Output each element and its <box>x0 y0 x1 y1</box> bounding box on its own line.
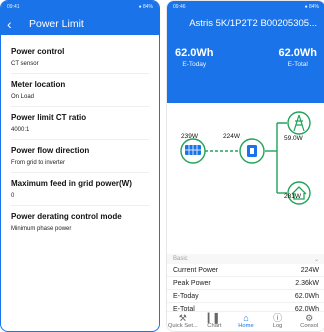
settings-item-title: Maximum feed in grid power(W) <box>11 179 132 188</box>
table-row: Peak Power 2.36kW <box>167 277 324 290</box>
settings-item-ct-ratio[interactable]: Power limit CT ratio 4000:1 <box>11 107 149 140</box>
page-title: Power Limit <box>29 18 84 30</box>
nav-label: Chart <box>207 323 222 329</box>
nav-label: Log <box>272 323 283 329</box>
pv-power-label: 239W <box>181 133 198 140</box>
nav-item-log[interactable]: ⓘ Log <box>263 313 293 330</box>
back-icon[interactable]: ‹ <box>7 16 25 32</box>
total-label: E-Total <box>287 61 308 68</box>
settings-item-value: CT sensor <box>11 61 39 67</box>
settings-item-power-control[interactable]: Power control CT sensor <box>11 41 149 74</box>
table-row: Current Power 224W <box>167 264 324 277</box>
settings-item-title: Meter location <box>11 80 66 89</box>
basic-section-label: Basic <box>173 256 188 262</box>
inverter-header: Astris 5K/1P2T2 B00205305... 62.0Wh E-To… <box>167 13 324 103</box>
total-value: 62.0Wh <box>278 47 317 59</box>
row-label: Peak Power <box>173 279 211 287</box>
status-bar: 09:41 ● 84% <box>1 1 159 13</box>
stat-today: 62.0Wh E-Today <box>175 47 214 68</box>
settings-item-value: On Load <box>11 94 35 100</box>
nav-item-quick-settings[interactable]: ⚒ Quick Set... <box>167 313 198 330</box>
stat-total: 62.0Wh E-Total <box>278 47 317 68</box>
nav-item-home[interactable]: ⌂ Home <box>231 313 261 330</box>
chart-icon: ▎▌ <box>207 313 222 323</box>
basic-info-table: Basic ⌄ Current Power 224W Peak Power 2.… <box>167 254 324 316</box>
status-icons: ● 84% <box>138 4 153 10</box>
basic-section-header[interactable]: Basic ⌄ <box>167 254 324 264</box>
settings-item-value: From grid to inverter <box>11 160 66 166</box>
row-value: 2.36kW <box>295 279 319 287</box>
info-icon: ⓘ <box>273 313 283 323</box>
bottom-nav: ⚒ Quick Set... ▎▌ Chart ⌂ Home ⓘ Log ⚙ C… <box>167 311 324 331</box>
settings-item-title: Power control <box>11 47 65 56</box>
stage: 09:41 ● 84% ‹ Power Limit Power control … <box>0 0 324 332</box>
row-value: 224W <box>300 266 319 274</box>
row-label: Current Power <box>173 266 219 274</box>
status-time: 09:46 <box>173 4 186 10</box>
grid-tower-icon <box>287 111 311 135</box>
today-value: 62.0Wh <box>175 47 214 59</box>
power-flow-diagram: 239W 224W 59.0W 281W <box>167 103 324 253</box>
row-label: E-Today <box>173 292 199 300</box>
today-label: E-Today <box>182 61 207 68</box>
status-bar: 09:46 ● 84% <box>167 1 324 13</box>
energy-stats: 62.0Wh E-Today 62.0Wh E-Total <box>175 47 317 68</box>
grid-power-label: 59.0W <box>284 135 303 142</box>
inverter-power-label: 224W <box>223 133 240 140</box>
tools-icon: ⚒ <box>178 313 187 323</box>
inverter-home-screen: 09:46 ● 84% Astris 5K/1P2T2 B00205305...… <box>166 0 324 332</box>
settings-item-title: Power derating control mode <box>11 212 122 221</box>
settings-item-derating-mode[interactable]: Power derating control mode Minimum phas… <box>11 206 149 238</box>
solar-panel-icon <box>180 138 206 164</box>
status-icons: ● 84% <box>304 4 319 10</box>
nav-label: Home <box>238 323 254 329</box>
settings-item-max-feed[interactable]: Maximum feed in grid power(W) 0 <box>11 173 149 206</box>
load-power-label: 281W <box>284 193 301 200</box>
settings-item-title: Power limit CT ratio <box>11 113 87 122</box>
settings-item-value: Minimum phase power <box>11 226 72 232</box>
power-limit-screen: 09:41 ● 84% ‹ Power Limit Power control … <box>0 0 160 332</box>
nav-label: Quick Set... <box>167 323 198 329</box>
gear-icon: ⚙ <box>305 313 314 323</box>
nav-item-console[interactable]: ⚙ Consol <box>294 313 324 330</box>
settings-item-value: 0 <box>11 193 15 199</box>
settings-item-title: Power flow direction <box>11 146 90 155</box>
app-bar: ‹ Power Limit <box>1 13 159 35</box>
device-title: Astris 5K/1P2T2 B00205305... <box>189 17 317 29</box>
chevron-down-icon: ⌄ <box>313 256 319 263</box>
home-icon: ⌂ <box>243 313 249 323</box>
settings-item-flow-direction[interactable]: Power flow direction From grid to invert… <box>11 140 149 173</box>
inverter-icon <box>239 138 265 164</box>
row-value: 62.0Wh <box>294 292 319 300</box>
status-time: 09:41 <box>7 4 20 10</box>
table-row: E-Today 62.0Wh <box>167 290 324 303</box>
settings-item-meter-location[interactable]: Meter location On Load <box>11 74 149 107</box>
nav-item-chart[interactable]: ▎▌ Chart <box>199 313 229 330</box>
nav-label: Consol <box>300 323 319 329</box>
settings-list: Power control CT sensor Meter location O… <box>1 35 159 238</box>
flow-svg <box>180 111 311 205</box>
settings-item-value: 4000:1 <box>11 127 30 133</box>
